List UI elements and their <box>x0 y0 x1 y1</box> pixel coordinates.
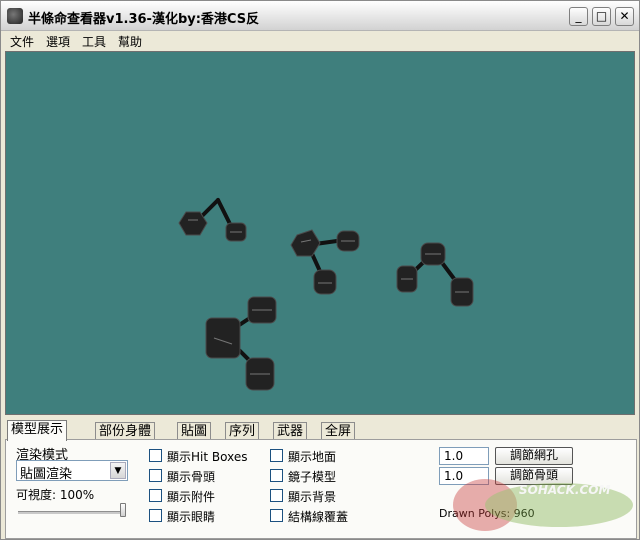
window-title: 半條命查看器v1.36-漢化by:香港CS反 <box>28 12 260 27</box>
menu-help[interactable]: 幫助 <box>118 33 142 50</box>
chevron-down-icon[interactable]: ▼ <box>110 462 126 479</box>
model-parts <box>178 211 474 391</box>
show-hitboxes-checkbox[interactable] <box>149 449 162 462</box>
watermark-text: SOHACK.COM <box>519 483 611 497</box>
tab-textures[interactable]: 貼圖 <box>177 422 212 440</box>
show-attachments-checkbox[interactable] <box>149 489 162 502</box>
close-icon: ✕ <box>619 9 630 23</box>
wireframe-overlay-checkbox[interactable] <box>270 509 283 522</box>
show-bones-checkbox[interactable] <box>149 469 162 482</box>
grid-size-input[interactable]: 1.0 <box>439 447 489 465</box>
minimize-icon: _ <box>575 9 582 23</box>
show-eyes-checkbox[interactable] <box>149 509 162 522</box>
opacity-slider-thumb[interactable] <box>120 503 126 517</box>
render-mode-select[interactable]: 貼圖渲染 ▼ <box>16 460 128 482</box>
mirror-model-label: 鏡子模型 <box>288 470 337 484</box>
show-hitboxes-label: 顯示Hit Boxes <box>167 450 248 464</box>
model-part <box>290 229 321 257</box>
tab-body-parts[interactable]: 部份身體 <box>95 422 156 440</box>
menu-tools[interactable]: 工具 <box>82 33 106 50</box>
mirror-model-checkbox[interactable] <box>270 469 283 482</box>
minimize-button[interactable]: _ <box>569 7 588 26</box>
show-background-checkbox[interactable] <box>270 489 283 502</box>
maximize-icon: □ <box>595 9 608 23</box>
wireframe-overlay-label: 結構線覆蓋 <box>288 510 349 524</box>
show-background-label: 顯示背景 <box>288 490 337 504</box>
show-bones-label: 顯示骨頭 <box>167 470 216 484</box>
app-window: 半條命查看器v1.36-漢化by:香港CS反 _ □ ✕ 文件 選項 工具 幫助 <box>0 0 640 540</box>
model-render <box>178 198 474 391</box>
show-attachments-label: 顯示附件 <box>167 490 216 504</box>
menu-bar: 文件 選項 工具 幫助 <box>1 31 639 51</box>
watermark-logo <box>453 479 633 531</box>
tab-weapons[interactable]: 武器 <box>273 422 308 440</box>
opacity-label: 可視度: 100% <box>16 488 95 502</box>
tab-fullscreen[interactable]: 全屏 <box>321 422 356 440</box>
menu-options[interactable]: 選項 <box>46 33 70 50</box>
close-button[interactable]: ✕ <box>615 7 634 26</box>
opacity-slider-track[interactable] <box>18 511 126 514</box>
maximize-button[interactable]: □ <box>592 7 611 26</box>
tab-strip: 模型展示 部份身體 貼圖 序列 武器 全屏 <box>7 420 637 441</box>
title-bar[interactable]: 半條命查看器v1.36-漢化by:香港CS反 _ □ ✕ <box>1 1 639 31</box>
adjust-grid-button[interactable]: 調節網孔 <box>495 447 573 465</box>
app-skull-icon <box>7 8 23 24</box>
render-mode-value: 貼圖渲染 <box>20 467 73 482</box>
model-viewport[interactable] <box>5 51 635 415</box>
tab-sequences[interactable]: 序列 <box>225 422 260 440</box>
tab-model-display[interactable]: 模型展示 <box>7 420 68 441</box>
menu-file[interactable]: 文件 <box>10 33 34 50</box>
show-eyes-label: 顯示眼睛 <box>167 510 216 524</box>
show-ground-label: 顯示地面 <box>288 450 337 464</box>
show-ground-checkbox[interactable] <box>270 449 283 462</box>
model-part <box>313 269 337 295</box>
model-part <box>205 317 241 359</box>
